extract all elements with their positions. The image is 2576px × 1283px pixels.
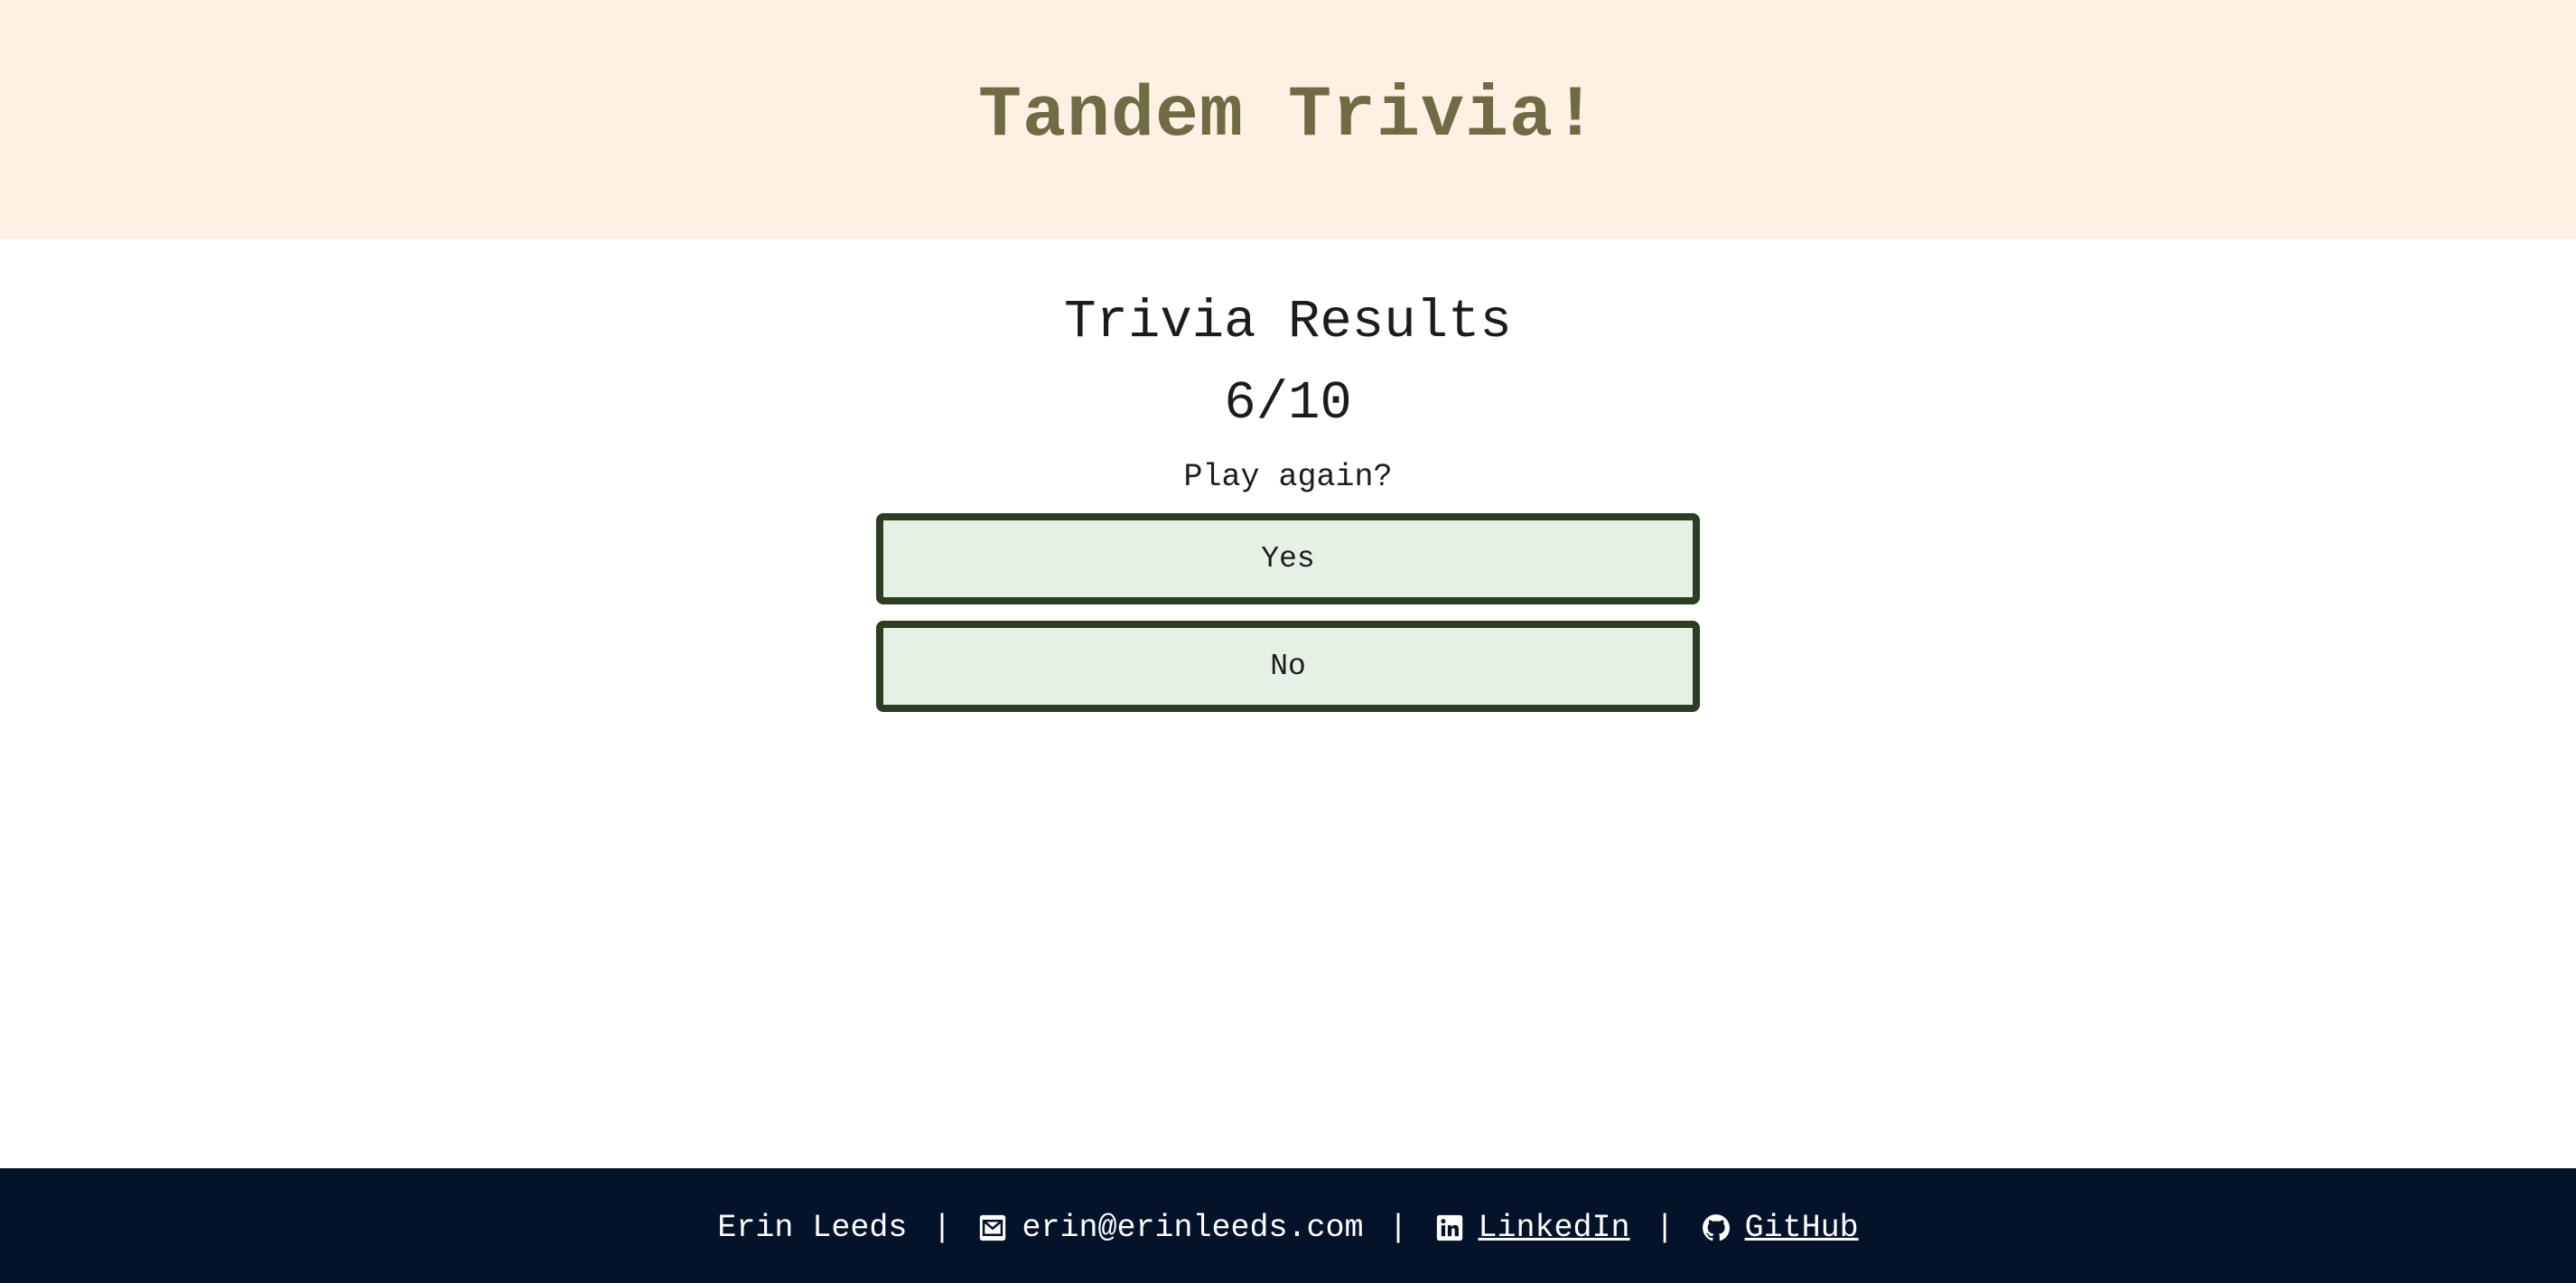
github-icon	[1700, 1212, 1732, 1244]
footer-separator: |	[1655, 1209, 1675, 1246]
footer-name: Erin Leeds	[717, 1209, 908, 1246]
github-link[interactable]: GitHub	[1700, 1210, 1859, 1246]
site-title: Tandem Trivia!	[977, 74, 1599, 157]
linkedin-icon	[1433, 1212, 1466, 1244]
play-again-prompt: Play again?	[1183, 459, 1393, 495]
yes-button[interactable]: Yes	[876, 513, 1700, 604]
no-button[interactable]: No	[876, 621, 1700, 712]
footer-separator: |	[932, 1209, 952, 1246]
github-label[interactable]: GitHub	[1745, 1210, 1859, 1246]
footer-email[interactable]: erin@erinleeds.com	[1022, 1210, 1363, 1246]
results-title: Trivia Results	[1064, 292, 1512, 352]
footer-separator: |	[1388, 1209, 1408, 1246]
score-display: 6/10	[1224, 373, 1352, 434]
linkedin-link[interactable]: LinkedIn	[1433, 1210, 1630, 1246]
site-footer: Erin Leeds | erin@erinleeds.com | Linked…	[0, 1168, 2576, 1283]
envelope-icon	[976, 1212, 1009, 1244]
site-header: Tandem Trivia!	[0, 0, 2576, 239]
results-panel: Trivia Results 6/10 Play again? Yes No	[0, 239, 2576, 712]
linkedin-label[interactable]: LinkedIn	[1479, 1210, 1630, 1246]
footer-contact-row: Erin Leeds | erin@erinleeds.com | Linked…	[717, 1210, 1858, 1246]
